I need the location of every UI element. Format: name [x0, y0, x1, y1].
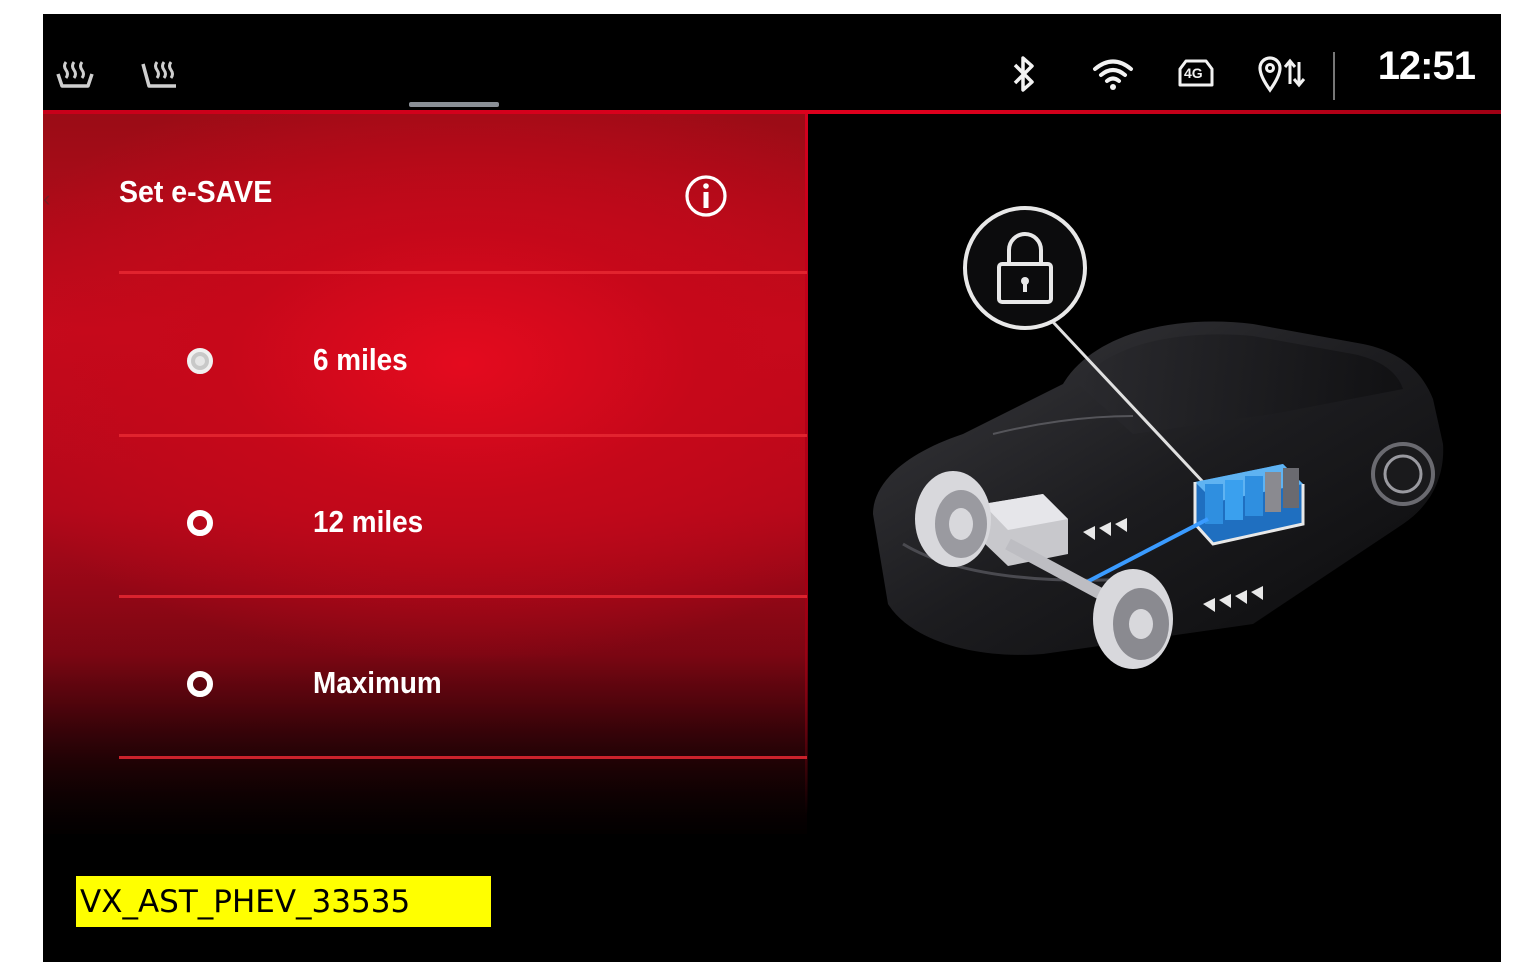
radio-unselected-icon[interactable] — [187, 671, 213, 697]
tab-indicator — [409, 102, 499, 107]
seat-heat-driver-icon[interactable] — [53, 52, 95, 96]
clock: 12:51 — [1377, 44, 1476, 88]
location-data-icon — [1255, 52, 1311, 96]
info-button[interactable] — [684, 174, 728, 218]
option-label: 12 miles — [313, 504, 424, 539]
status-bar: 4G 12:51 — [43, 14, 1501, 114]
option-maximum[interactable]: Maximum — [119, 597, 807, 757]
seat-heat-passenger-icon[interactable] — [139, 52, 181, 96]
image-caption-tag: VX_AST_PHEV_33535 — [76, 876, 491, 927]
option-12-miles[interactable]: 12 miles — [119, 436, 807, 596]
phev-car-illustration — [833, 184, 1473, 704]
page-title: Set e-SAVE — [119, 174, 273, 209]
option-6-miles[interactable]: 6 miles — [119, 274, 807, 434]
divider — [119, 756, 807, 759]
bluetooth-icon — [1007, 52, 1041, 96]
4g-icon: 4G — [1173, 52, 1219, 96]
radio-selected-icon[interactable] — [187, 348, 213, 374]
4g-label: 4G — [1184, 65, 1203, 81]
status-divider — [1333, 52, 1335, 100]
chevron-left-icon[interactable]: ‹ — [43, 186, 53, 212]
option-label: 6 miles — [313, 342, 408, 377]
wifi-icon — [1091, 52, 1135, 96]
option-label: Maximum — [313, 665, 442, 700]
infotainment-screen: 4G 12:51 ‹ Set e-SAVE 6 miles 12 miles M… — [43, 14, 1501, 962]
info-icon — [685, 175, 727, 217]
caption-text: VX_AST_PHEV_33535 — [80, 884, 411, 920]
radio-unselected-icon[interactable] — [187, 510, 213, 536]
